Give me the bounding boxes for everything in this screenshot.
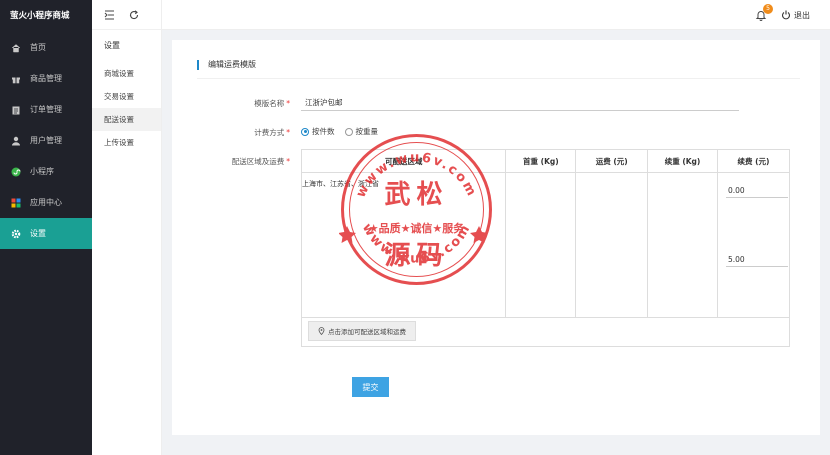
logout-button[interactable]: 退出 bbox=[781, 10, 810, 21]
section-title: 编辑运费模版 bbox=[197, 60, 256, 70]
sidebar-item-0[interactable]: 首页 bbox=[0, 32, 92, 63]
sidebar-item-4[interactable]: 小程序 bbox=[0, 156, 92, 187]
billing-label: 计费方式 bbox=[254, 128, 285, 137]
apps-icon bbox=[11, 198, 21, 208]
subnav-item-2[interactable]: 配送设置 bbox=[92, 108, 161, 131]
billing-label-wrap: 计费方式 * bbox=[180, 127, 290, 138]
freight-cell bbox=[575, 172, 649, 318]
gear-icon bbox=[11, 229, 21, 239]
sidebar: 萤火小程序商城 首页商品管理订单管理用户管理小程序应用中心设置 bbox=[0, 0, 92, 455]
sidebar-item-label: 订单管理 bbox=[30, 105, 62, 114]
submit-button[interactable]: 提交 bbox=[352, 377, 389, 397]
first-weight-cell bbox=[505, 172, 577, 318]
title-divider bbox=[197, 78, 800, 79]
billing-radio-by-count[interactable]: 按件数 bbox=[301, 126, 335, 137]
sub-sidebar: 设置 商城设置 交易设置 配送设置 上传设置 bbox=[92, 0, 162, 455]
radio-unchecked-icon bbox=[344, 127, 353, 136]
notification-badge: 5 bbox=[763, 4, 773, 14]
logout-label: 退出 bbox=[794, 10, 810, 20]
sidebar-item-label: 设置 bbox=[30, 229, 46, 238]
fee-input-row2[interactable] bbox=[725, 253, 788, 267]
region-cell[interactable] bbox=[300, 172, 507, 318]
radio-label: 按重量 bbox=[355, 127, 379, 136]
user-icon bbox=[11, 136, 21, 146]
add-region-label: 点击添加可配送区域和运费 bbox=[328, 328, 406, 336]
sidebar-item-6[interactable]: 设置 bbox=[0, 218, 92, 249]
region-fee-table: 可配送区域 首重 (Kg) 运费 (元) 续重 (Kg) 续费 (元) bbox=[300, 149, 791, 318]
form-panel: 编辑运费模版 模版名称* 计费方式* 按件数 按重量 配送区域及运费* 可配送区… bbox=[172, 40, 820, 435]
refresh-icon[interactable] bbox=[129, 9, 139, 20]
location-pin-icon bbox=[318, 327, 325, 335]
billing-radio-by-weight[interactable]: 按重量 bbox=[344, 126, 379, 137]
subnav-item-0[interactable]: 商城设置 bbox=[92, 62, 161, 85]
sidebar-item-label: 小程序 bbox=[30, 167, 54, 176]
sidebar-item-1[interactable]: 商品管理 bbox=[0, 63, 92, 94]
template-name-input[interactable] bbox=[301, 94, 739, 111]
menu-toggle-icon[interactable] bbox=[104, 10, 115, 20]
billing-radio-group: 按件数 按重量 bbox=[301, 126, 378, 137]
sidebar-item-3[interactable]: 用户管理 bbox=[0, 125, 92, 156]
col-header-first-weight: 首重 (Kg) bbox=[505, 149, 577, 173]
subnav-title: 设置 bbox=[104, 41, 120, 50]
required-mark: * bbox=[286, 99, 290, 108]
col-header-region: 可配送区域 bbox=[300, 149, 507, 173]
col-header-renew-fee: 续费 (元) bbox=[716, 149, 791, 173]
add-region-button[interactable]: 点击添加可配送区域和运费 bbox=[308, 321, 416, 341]
sidebar-item-2[interactable]: 订单管理 bbox=[0, 94, 92, 125]
table-row bbox=[300, 172, 791, 318]
home-icon bbox=[11, 43, 21, 53]
sidebar-item-label: 首页 bbox=[30, 43, 46, 52]
renew-weight-cell bbox=[647, 172, 718, 318]
clipboard-icon bbox=[11, 105, 21, 115]
sidebar-item-label: 应用中心 bbox=[30, 198, 62, 207]
power-icon bbox=[781, 10, 791, 20]
region-label: 配送区域及运费 bbox=[231, 157, 285, 166]
renew-fee-input[interactable] bbox=[725, 184, 788, 198]
subnav-item-3[interactable]: 上传设置 bbox=[92, 131, 161, 154]
region-list-text: 上海市、江苏省、浙江省 bbox=[302, 180, 379, 188]
table-header-row: 可配送区域 首重 (Kg) 运费 (元) 续重 (Kg) 续费 (元) bbox=[300, 149, 791, 173]
region-label-wrap: 配送区域及运费 * bbox=[180, 156, 290, 167]
name-label-wrap: 模版名称 * bbox=[180, 98, 290, 109]
sidebar-item-label: 用户管理 bbox=[30, 136, 62, 145]
radio-label: 按件数 bbox=[312, 127, 335, 136]
renew-fee-cell bbox=[716, 172, 791, 318]
top-header: 5 退出 bbox=[162, 0, 830, 30]
subnav-toolbar bbox=[92, 0, 161, 30]
required-mark: * bbox=[286, 128, 290, 137]
sidebar-item-5[interactable]: 应用中心 bbox=[0, 187, 92, 218]
subnav-item-1[interactable]: 交易设置 bbox=[92, 85, 161, 108]
col-header-renew-weight: 续重 (Kg) bbox=[647, 149, 718, 173]
gift-icon bbox=[11, 74, 21, 84]
app-title: 萤火小程序商城 bbox=[10, 11, 70, 21]
radio-checked-icon bbox=[301, 127, 309, 136]
sidebar-item-label: 商品管理 bbox=[30, 74, 62, 83]
wechat-icon bbox=[11, 167, 21, 177]
col-header-freight: 运费 (元) bbox=[575, 149, 649, 173]
name-label: 模版名称 bbox=[254, 99, 285, 108]
required-mark: * bbox=[286, 157, 290, 166]
notification-bell[interactable]: 5 bbox=[755, 4, 773, 21]
